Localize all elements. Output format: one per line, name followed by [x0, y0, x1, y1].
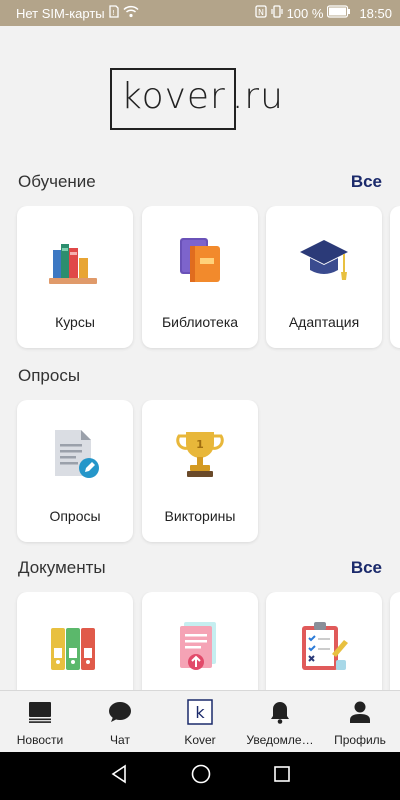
- learning-cards-row[interactable]: Курсы Библиотека Адаптация: [0, 206, 400, 354]
- card-courses[interactable]: Курсы: [17, 206, 133, 348]
- surveys-cards-row[interactable]: Опросы 1 Викторины: [0, 400, 400, 548]
- nav-profile[interactable]: Профиль: [320, 691, 400, 750]
- bell-icon: [267, 699, 293, 725]
- learning-section-header: Обучение Все: [18, 170, 382, 194]
- books-icon: [47, 232, 103, 288]
- clock: 18:50: [359, 5, 392, 21]
- bottom-navigation: Новости Чат k Kover Уведомле… Профиль: [0, 690, 400, 750]
- nav-profile-label: Профиль: [334, 733, 386, 747]
- card-library[interactable]: Библиотека: [142, 206, 258, 348]
- system-navigation-bar: [0, 752, 400, 800]
- kover-logo-letter: k: [195, 703, 205, 722]
- card-adaptation[interactable]: Адаптация: [266, 206, 382, 348]
- card-partial[interactable]: [390, 206, 400, 348]
- nav-chat-label: Чат: [110, 733, 130, 747]
- graduation-cap-icon: [296, 232, 352, 288]
- card-documents-upload[interactable]: [142, 592, 258, 690]
- card-documents-binders[interactable]: [17, 592, 133, 690]
- wifi-icon: [123, 5, 139, 21]
- chat-icon: [107, 699, 133, 725]
- documents-section-header: Документы Все: [18, 556, 382, 580]
- documents-all-link[interactable]: Все: [351, 558, 382, 578]
- card-adaptation-label: Адаптация: [288, 314, 360, 330]
- nfc-icon: N: [254, 5, 267, 21]
- checklist-icon: [296, 618, 352, 674]
- nav-notifications[interactable]: Уведомле…: [240, 691, 320, 750]
- nav-kover[interactable]: k Kover: [160, 691, 240, 750]
- back-icon[interactable]: [109, 764, 129, 789]
- profile-icon: [347, 699, 373, 725]
- kover-logo-icon: k: [187, 699, 213, 725]
- learning-section-title: Обучение: [18, 172, 96, 191]
- sim-icon: !: [108, 5, 119, 21]
- battery-percent: 100 %: [286, 5, 324, 21]
- card-library-label: Библиотека: [161, 314, 239, 330]
- binders-icon: [47, 618, 103, 674]
- document-upload-icon: [172, 618, 228, 674]
- nav-chat[interactable]: Чат: [80, 691, 160, 750]
- vibrate-icon: [270, 5, 283, 21]
- recents-icon[interactable]: [273, 765, 291, 788]
- nav-notifications-label: Уведомле…: [246, 733, 314, 747]
- svg-text:!: !: [112, 9, 115, 17]
- svg-text:1: 1: [196, 438, 204, 451]
- card-quizzes[interactable]: 1 Викторины: [142, 400, 258, 542]
- nav-news-label: Новости: [16, 733, 64, 747]
- logo-text: kover: [121, 76, 226, 117]
- svg-text:N: N: [258, 8, 264, 17]
- card-documents-partial[interactable]: [390, 592, 400, 690]
- surveys-section-header: Опросы: [18, 364, 382, 388]
- card-surveys-label: Опросы: [49, 508, 101, 524]
- documents-section-title: Документы: [18, 558, 106, 577]
- nav-news[interactable]: Новости: [0, 691, 80, 750]
- learning-all-link[interactable]: Все: [351, 172, 382, 192]
- home-icon[interactable]: [191, 764, 211, 789]
- documents-cards-row[interactable]: [0, 592, 400, 690]
- library-book-icon: [172, 232, 228, 288]
- nav-kover-label: Kover: [184, 733, 216, 747]
- card-quizzes-label: Викторины: [164, 508, 236, 524]
- card-courses-label: Курсы: [55, 314, 95, 330]
- logo-suffix: .ru: [231, 76, 284, 117]
- status-bar: Нет SIM-карты ! N 100 % 18:50: [0, 0, 400, 26]
- news-icon: [27, 699, 53, 725]
- card-surveys[interactable]: Опросы: [17, 400, 133, 542]
- survey-document-icon: [47, 426, 103, 482]
- app-logo: kover .ru: [0, 68, 400, 132]
- surveys-section-title: Опросы: [18, 366, 81, 385]
- card-documents-checklist[interactable]: [266, 592, 382, 690]
- battery-icon: [327, 5, 351, 21]
- carrier-text: Нет SIM-карты: [16, 5, 105, 21]
- trophy-icon: 1: [172, 426, 228, 482]
